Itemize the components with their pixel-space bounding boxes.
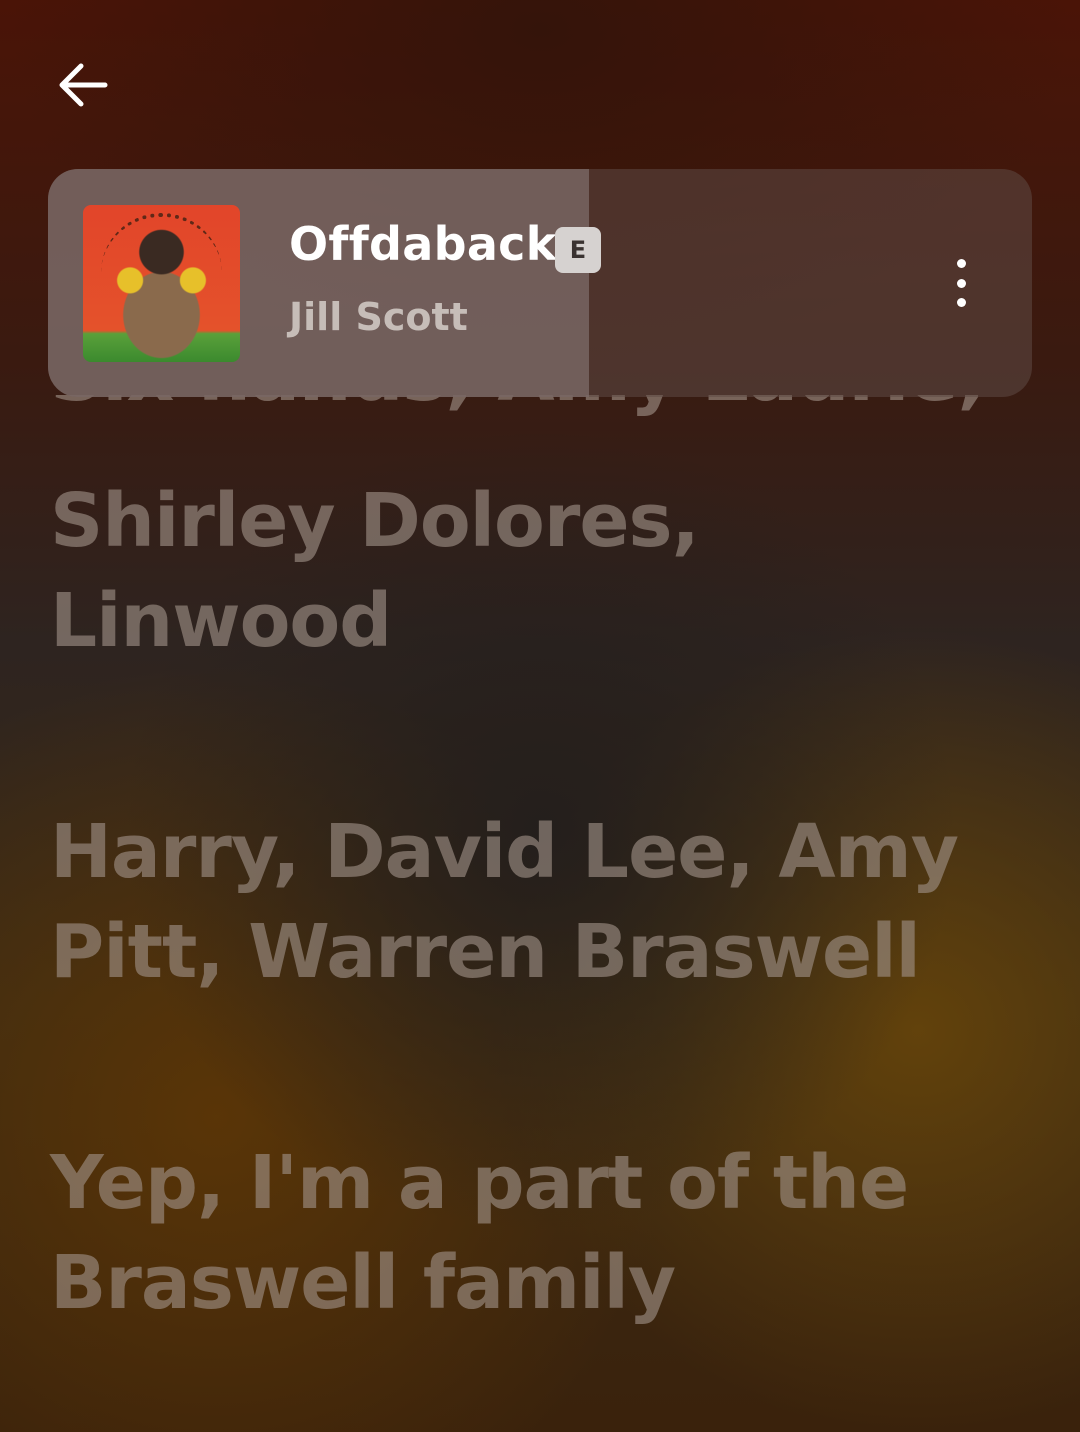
track-title: Offdaback xyxy=(289,217,557,271)
lyric-line[interactable]: Yep, I'm a part of the xyxy=(50,1133,909,1233)
lyric-line[interactable]: Linwood xyxy=(50,571,392,671)
lyric-line[interactable]: Harry, David Lee, Amy xyxy=(50,802,959,902)
lyric-line[interactable]: Pitt, Warren Braswell xyxy=(50,902,921,1002)
now-playing-card[interactable]: Offdaback E Jill Scott xyxy=(48,169,1032,397)
lyric-line[interactable]: Braswell family xyxy=(50,1233,676,1333)
album-art xyxy=(83,205,240,362)
arrow-left-icon xyxy=(59,63,108,107)
lyric-line[interactable]: Shirley Dolores, xyxy=(50,471,700,571)
more-options-button[interactable] xyxy=(933,249,989,317)
more-vertical-icon xyxy=(956,259,966,268)
explicit-badge: E xyxy=(555,227,601,273)
artist-name[interactable]: Jill Scott xyxy=(289,295,468,339)
back-button[interactable] xyxy=(50,52,116,118)
